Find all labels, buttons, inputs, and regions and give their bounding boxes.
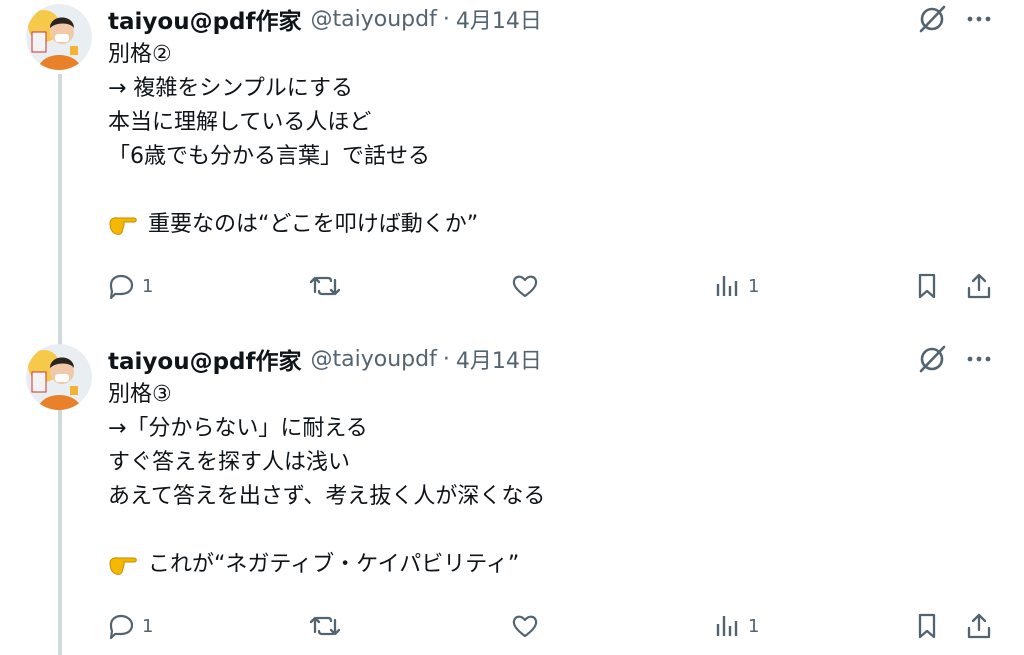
avatar[interactable] (26, 4, 92, 70)
text-line-with-emoji: 重要なのは“どこを叩けば動くか” (108, 208, 988, 242)
text-line: 別格③ (108, 382, 172, 407)
heart-icon (512, 275, 538, 298)
text-line: 別格② (108, 42, 172, 67)
views-icon (716, 616, 738, 636)
repost-icon (309, 276, 341, 296)
grok-icon[interactable] (915, 342, 949, 376)
repost-icon (309, 616, 341, 636)
views-button[interactable]: 1 (712, 265, 759, 307)
tweet-text: 別格② → 複雑をシンプルにする 本当に理解している人ほど 「6歳でも分かる言葉… (108, 38, 988, 242)
more-options-icon[interactable] (962, 342, 996, 376)
pointing-hand-icon (108, 553, 138, 577)
bookmark-icon (918, 273, 936, 299)
text-line: 本当に理解している人ほど (108, 110, 372, 135)
reply-button[interactable]: 1 (106, 265, 153, 307)
author-name[interactable]: taiyou@pdf作家 (108, 2, 302, 36)
repost-button[interactable] (308, 605, 342, 647)
author-name[interactable]: taiyou@pdf作家 (108, 342, 302, 376)
author-handle[interactable]: @taiyoupdf (311, 7, 437, 32)
reply-icon (109, 614, 134, 640)
bookmark-button[interactable] (912, 265, 942, 307)
text-line: これが“ネガティブ・ケイパビリティ” (148, 552, 520, 577)
views-icon (716, 276, 738, 296)
text-line-with-emoji: これが“ネガティブ・ケイパビリティ” (108, 548, 988, 582)
author-handle[interactable]: @taiyoupdf (311, 347, 437, 372)
like-button[interactable] (510, 265, 540, 307)
text-line: 重要なのは“どこを叩けば動くか” (148, 212, 479, 237)
reply-icon (109, 274, 134, 300)
separator: · (442, 6, 450, 32)
tweet-text: 別格③ →「分からない」に耐える すぐ答えを探す人は浅い あえて答えを出さず、考… (108, 378, 988, 582)
share-icon (967, 613, 991, 639)
pointing-hand-icon (108, 213, 138, 237)
avatar[interactable] (26, 344, 92, 410)
text-line: あえて答えを出さず、考え抜く人が深くなる (108, 484, 546, 509)
grok-icon[interactable] (915, 2, 949, 36)
repost-button[interactable] (308, 265, 342, 307)
more-options-icon[interactable] (962, 2, 996, 36)
post-date[interactable]: 4月14日 (456, 343, 542, 375)
reply-count: 1 (142, 275, 154, 297)
heart-icon (512, 615, 538, 638)
reply-button[interactable]: 1 (106, 605, 153, 647)
share-icon (967, 273, 991, 299)
reply-count: 1 (142, 615, 154, 637)
post-date[interactable]: 4月14日 (456, 3, 542, 35)
views-count: 1 (748, 275, 760, 297)
tweet[interactable]: taiyou@pdf作家 @taiyoupdf · 4月14日 別格③ →「分か… (0, 340, 1024, 655)
separator: · (442, 346, 450, 372)
like-button[interactable] (510, 605, 540, 647)
views-count: 1 (748, 615, 760, 637)
text-line: 「6歳でも分かる言葉」で話せる (108, 144, 430, 169)
text-line: すぐ答えを探す人は浅い (108, 450, 351, 475)
share-button[interactable] (964, 605, 994, 647)
views-button[interactable]: 1 (712, 605, 759, 647)
tweet[interactable]: taiyou@pdf作家 @taiyoupdf · 4月14日 別格② → 複雑… (0, 0, 1024, 330)
text-line: →「分からない」に耐える (108, 416, 368, 441)
bookmark-icon (918, 613, 936, 639)
bookmark-button[interactable] (912, 605, 942, 647)
text-line: → 複雑をシンプルにする (108, 76, 353, 101)
share-button[interactable] (964, 265, 994, 307)
